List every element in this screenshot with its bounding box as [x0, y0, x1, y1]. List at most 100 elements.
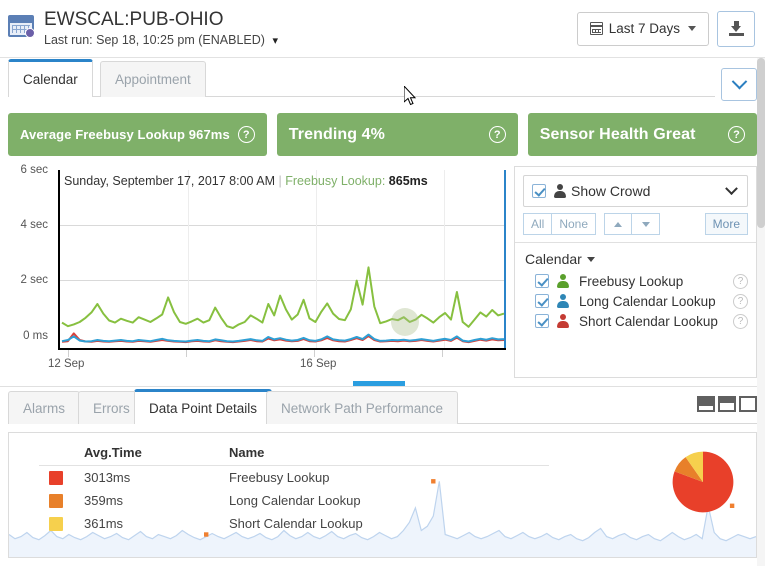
select-none-button[interactable]: None	[552, 213, 597, 235]
sensor-detail-window: EWSCAL:PUB-OHIO Last run: Sep 18, 10:25 …	[0, 0, 765, 566]
move-up-button[interactable]	[604, 213, 633, 235]
status-banner-average-label: Average Freebusy Lookup 967ms	[20, 127, 230, 142]
layout-split-icon[interactable]	[718, 396, 736, 412]
row-color-swatch	[9, 516, 84, 531]
tab-data-point-details[interactable]: Data Point Details	[134, 389, 273, 424]
status-banner-trending-label: Trending 4%	[288, 125, 386, 143]
table-row[interactable]: 3013ms Freebusy Lookup	[9, 466, 569, 489]
caret-down-icon	[688, 26, 696, 31]
help-icon[interactable]: ?	[733, 273, 748, 289]
date-range-button[interactable]: Last 7 Days	[576, 11, 709, 46]
legend-label: Long Calendar Lookup	[579, 293, 716, 309]
chart-hover-highlight	[391, 308, 419, 336]
help-icon[interactable]: ?	[728, 126, 745, 143]
person-icon	[556, 314, 569, 328]
tab-alarms[interactable]: Alarms	[8, 391, 81, 424]
last-run-label: Last run: Sep 18, 10:25 pm (ENABLED)	[44, 32, 265, 47]
x-tick-mark-0	[68, 350, 69, 357]
tab-network-path-performance[interactable]: Network Path Performance	[266, 391, 459, 424]
distribution-pie-chart[interactable]	[672, 451, 734, 513]
vertical-scrollbar[interactable]	[757, 58, 765, 566]
chevron-down-icon	[731, 73, 747, 90]
status-banner-trending: Trending 4% ?	[276, 113, 518, 156]
legend-checkbox[interactable]	[535, 294, 549, 308]
legend-item-long-calendar-lookup[interactable]: Long Calendar Lookup ?	[515, 291, 756, 311]
x-tick-mark-3	[442, 350, 443, 357]
caret-down-icon	[586, 256, 595, 262]
row-color-swatch	[9, 493, 84, 508]
legend-item-short-calendar-lookup[interactable]: Short Calendar Lookup ?	[515, 311, 756, 331]
x-axis-tick-1: 16 Sep	[300, 358, 337, 370]
more-button[interactable]: More	[704, 213, 748, 235]
help-icon[interactable]: ?	[733, 293, 748, 309]
y-axis-tick-2: 4 sec	[20, 219, 49, 231]
show-crowd-row: Show Crowd	[515, 167, 756, 207]
calendar-icon	[589, 22, 603, 35]
tab-alarms-label: Alarms	[23, 400, 66, 416]
column-header-avg-time: Avg.Time	[84, 445, 142, 460]
expand-panel-button[interactable]	[721, 68, 757, 101]
column-header-name: Name	[229, 445, 265, 460]
row-name: Short Calendar Lookup	[229, 516, 363, 531]
x-tick-mark-2	[314, 350, 315, 357]
legend-checkbox[interactable]	[535, 314, 549, 328]
tab-network-path-performance-label: Network Path Performance	[281, 400, 444, 416]
data-point-table: Avg.Time Name 3013ms Freebusy Lookup 359…	[9, 441, 569, 535]
y-axis-tick-0: 0 ms	[23, 330, 48, 342]
calendar-icon	[8, 14, 36, 43]
chart-cursor-line[interactable]	[504, 170, 506, 348]
show-crowd-label: Show Crowd	[571, 183, 651, 199]
legend-group-label: Calendar	[525, 251, 582, 267]
crowd-icon	[553, 184, 566, 198]
tab-calendar[interactable]: Calendar	[8, 59, 93, 97]
row-avg-time: 361ms	[84, 516, 124, 531]
show-crowd-dropdown[interactable]: Show Crowd	[523, 175, 748, 207]
row-avg-time: 3013ms	[84, 470, 131, 485]
select-all-button[interactable]: All	[523, 213, 553, 235]
scrollbar-thumb[interactable]	[757, 58, 765, 228]
arrow-down-icon	[641, 221, 650, 227]
status-banner-average: Average Freebusy Lookup 967ms ?	[8, 113, 267, 156]
legend-label: Freebusy Lookup	[579, 273, 684, 289]
row-avg-time: 359ms	[84, 493, 124, 508]
status-banner-group: Average Freebusy Lookup 967ms ? Trending…	[8, 113, 757, 156]
last-run-status[interactable]: Last run: Sep 18, 10:25 pm (ENABLED) ▾	[44, 32, 577, 49]
layout-bottom-icon[interactable]	[697, 396, 715, 412]
table-row[interactable]: 361ms Short Calendar Lookup	[9, 512, 569, 535]
legend-item-freebusy-lookup[interactable]: Freebusy Lookup ?	[515, 271, 756, 291]
tab-calendar-label: Calendar	[23, 72, 78, 87]
row-name: Long Calendar Lookup	[229, 493, 361, 508]
help-icon[interactable]: ?	[237, 126, 255, 143]
move-down-button[interactable]	[632, 213, 661, 235]
date-range-label: Last 7 Days	[608, 21, 680, 36]
page-header: EWSCAL:PUB-OHIO Last run: Sep 18, 10:25 …	[0, 0, 765, 58]
help-icon[interactable]: ?	[733, 313, 748, 329]
help-icon[interactable]: ?	[488, 126, 506, 143]
show-crowd-checkbox[interactable]	[532, 184, 546, 198]
chart-series-svg	[61, 266, 505, 344]
series-selector-panel: Show Crowd All None More Calendar Freebu…	[514, 166, 757, 378]
tab-appointment-label: Appointment	[115, 72, 191, 87]
tab-appointment[interactable]: Appointment	[100, 61, 206, 97]
y-axis-tick-3: 6 sec	[20, 164, 49, 176]
series-mini-toolbar: All None More	[515, 207, 756, 242]
x-tick-mark-1	[186, 350, 187, 357]
legend-checkbox[interactable]	[535, 274, 549, 288]
download-button[interactable]	[717, 10, 755, 47]
tab-data-point-details-label: Data Point Details	[149, 400, 258, 416]
x-axis-tick-0: 12 Sep	[48, 358, 85, 370]
person-icon	[556, 274, 569, 288]
column-header-color	[9, 445, 84, 460]
chart-plot-area[interactable]: Sunday, September 17, 2017 8:00 AM | Fre…	[58, 170, 506, 350]
layout-full-icon[interactable]	[739, 396, 757, 412]
primary-tabstrip: Calendar Appointment	[0, 58, 765, 105]
panel-layout-controls	[697, 396, 757, 412]
legend-label: Short Calendar Lookup	[579, 313, 718, 329]
table-row[interactable]: 359ms Long Calendar Lookup	[9, 489, 569, 512]
data-point-details-panel: Avg.Time Name 3013ms Freebusy Lookup 359…	[8, 432, 757, 558]
chevron-down-icon[interactable]: ▾	[272, 33, 278, 49]
timeseries-chart: 6 sec 4 sec 2 sec 0 ms Sunday, September…	[0, 160, 510, 380]
chevron-down-icon[interactable]	[725, 181, 738, 195]
page-title: EWSCAL:PUB-OHIO	[44, 8, 224, 30]
legend-group-header[interactable]: Calendar	[515, 243, 756, 271]
